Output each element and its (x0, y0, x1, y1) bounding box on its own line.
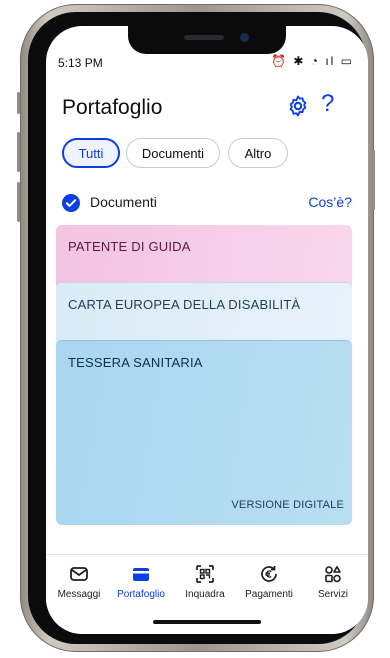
status-icons: ⏰ ✱ ◔ ıl ▭ (271, 54, 354, 68)
tab-inquadra[interactable]: Inquadra (174, 563, 236, 600)
tab-label: Pagamenti (245, 589, 293, 600)
volume-down-button (17, 182, 20, 222)
chip-documenti[interactable]: Documenti (126, 138, 220, 168)
envelope-icon (70, 567, 88, 581)
tab-label: Inquadra (185, 589, 225, 600)
tab-label: Servizi (317, 589, 348, 600)
section-header: Documenti Cos’è? (62, 192, 352, 214)
wallet-icon (133, 568, 149, 581)
section-label: Documenti (90, 194, 157, 210)
notch (128, 26, 286, 54)
speaker (184, 35, 224, 40)
services-grid-icon (325, 566, 341, 583)
card-title: CARTA EUROPEA DELLA DISABILITÀ (68, 297, 301, 312)
tab-portafoglio[interactable]: Portafoglio (110, 563, 172, 600)
tab-label: Portafoglio (117, 589, 165, 600)
status-time: 5:13 PM (58, 56, 103, 70)
volume-up-button (17, 132, 20, 172)
camera (240, 33, 249, 42)
verified-check-icon (62, 194, 80, 212)
card-tessera-sanitaria[interactable]: TESSERA SANITARIA VERSIONE DIGITALE (56, 340, 352, 525)
qr-scan-icon (196, 565, 214, 583)
info-link[interactable]: Cos’è? (308, 194, 352, 210)
tab-servizi[interactable]: Servizi (302, 563, 364, 600)
gear-icon[interactable] (286, 94, 310, 118)
home-indicator[interactable] (153, 620, 261, 624)
page-title: Portafoglio (62, 96, 163, 119)
app-screen: 5:13 PM ⏰ ✱ ◔ ıl ▭ Portafoglio ? Tutti D… (46, 26, 368, 634)
tab-messaggi[interactable]: Messaggi (48, 563, 110, 600)
chip-altro[interactable]: Altro (228, 138, 288, 168)
chip-tutti[interactable]: Tutti (62, 138, 120, 168)
tab-label: Messaggi (57, 589, 101, 600)
digital-version-badge: VERSIONE DIGITALE (231, 499, 344, 511)
status-bar: 5:13 PM ⏰ ✱ ◔ ıl ▭ (46, 52, 368, 74)
card-title: TESSERA SANITARIA (68, 355, 203, 370)
mute-switch (17, 92, 20, 114)
euro-refresh-icon (261, 566, 277, 582)
power-button (372, 150, 375, 210)
card-title: PATENTE DI GUIDA (68, 239, 191, 254)
help-icon[interactable]: ? (321, 90, 334, 118)
tab-pagamenti[interactable]: Pagamenti (238, 563, 300, 600)
